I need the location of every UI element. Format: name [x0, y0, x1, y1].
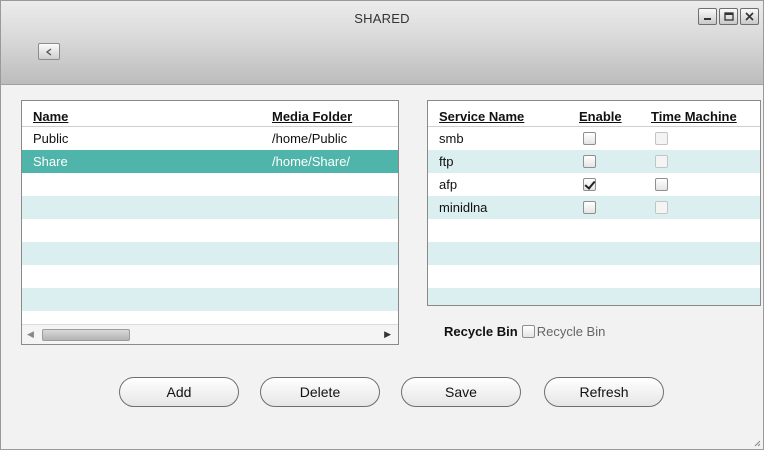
time-machine-checkbox — [655, 201, 668, 214]
column-header-name[interactable]: Name — [22, 109, 261, 124]
recycle-bin-checkbox-label[interactable]: Recycle Bin — [537, 324, 606, 339]
empty-row — [428, 219, 760, 242]
window-title: SHARED — [354, 11, 410, 26]
service-name: ftp — [439, 154, 454, 169]
back-button[interactable] — [38, 43, 60, 60]
chevron-left-icon — [45, 47, 52, 56]
empty-row — [428, 265, 760, 288]
shares-table: Name Media Folder Public /home/Public Sh… — [21, 100, 399, 345]
time-machine-cell — [640, 201, 760, 214]
services-table-header: Service Name Enable Time Machine — [428, 101, 760, 127]
enable-cell — [568, 178, 640, 191]
time-machine-cell — [640, 155, 760, 168]
maximize-icon[interactable] — [719, 8, 738, 25]
empty-row — [428, 242, 760, 265]
table-row[interactable]: Public /home/Public — [22, 127, 398, 150]
service-name: afp — [439, 177, 458, 192]
recycle-bin-label: Recycle Bin — [444, 324, 518, 339]
refresh-button[interactable]: Refresh — [544, 377, 664, 407]
horizontal-scrollbar[interactable]: ◀ ▶ — [22, 324, 398, 344]
empty-row — [22, 242, 398, 265]
empty-row — [428, 288, 760, 305]
delete-button[interactable]: Delete — [260, 377, 380, 407]
share-folder: /home/Public — [272, 131, 348, 146]
table-row[interactable]: ftp — [428, 150, 760, 173]
minimize-icon[interactable] — [698, 8, 717, 25]
service-name: smb — [439, 131, 464, 146]
share-name: Public — [33, 131, 69, 146]
enable-checkbox[interactable] — [583, 155, 596, 168]
window-controls — [698, 8, 759, 25]
empty-row — [22, 265, 398, 288]
table-row[interactable]: afp — [428, 173, 760, 196]
close-icon[interactable] — [740, 8, 759, 25]
column-header-enable[interactable]: Enable — [568, 109, 640, 124]
enable-checkbox[interactable] — [583, 132, 596, 145]
enable-cell — [568, 201, 640, 214]
recycle-bin-group: Recycle Bin Recycle Bin — [444, 324, 605, 339]
resize-grip-icon[interactable] — [753, 439, 761, 447]
time-machine-cell — [640, 132, 760, 145]
enable-checkbox[interactable] — [583, 201, 596, 214]
time-machine-checkbox — [655, 132, 668, 145]
services-table: Service Name Enable Time Machine smb ftp… — [427, 100, 761, 306]
time-machine-checkbox — [655, 155, 668, 168]
time-machine-checkbox[interactable] — [655, 178, 668, 191]
table-row-selected[interactable]: Share /home/Share/ — [22, 150, 398, 173]
column-header-service-name[interactable]: Service Name — [428, 109, 568, 124]
empty-row — [22, 288, 398, 311]
time-machine-cell — [640, 178, 760, 191]
empty-row — [22, 196, 398, 219]
scroll-right-icon[interactable]: ▶ — [384, 329, 391, 340]
add-button[interactable]: Add — [119, 377, 239, 407]
empty-row — [22, 173, 398, 196]
table-row[interactable]: smb — [428, 127, 760, 150]
recycle-bin-checkbox[interactable] — [521, 325, 535, 338]
share-folder: /home/Share/ — [272, 154, 351, 169]
scrollbar-thumb[interactable] — [42, 329, 130, 341]
share-name: Share — [33, 154, 68, 169]
main-content: Name Media Folder Public /home/Public Sh… — [1, 86, 763, 449]
service-name: minidlna — [439, 200, 488, 215]
title-bar: SHARED — [1, 1, 763, 85]
save-button[interactable]: Save — [401, 377, 521, 407]
column-header-media-folder[interactable]: Media Folder — [261, 109, 398, 124]
enable-checkbox[interactable] — [583, 178, 596, 191]
enable-cell — [568, 155, 640, 168]
shared-window: SHARED Name Media Folder Public /home/Pu… — [0, 0, 764, 450]
empty-row — [22, 219, 398, 242]
table-row[interactable]: minidlna — [428, 196, 760, 219]
column-header-time-machine[interactable]: Time Machine — [640, 109, 760, 124]
shares-table-header: Name Media Folder — [22, 101, 398, 127]
scroll-left-icon[interactable]: ◀ — [27, 329, 34, 340]
enable-cell — [568, 132, 640, 145]
